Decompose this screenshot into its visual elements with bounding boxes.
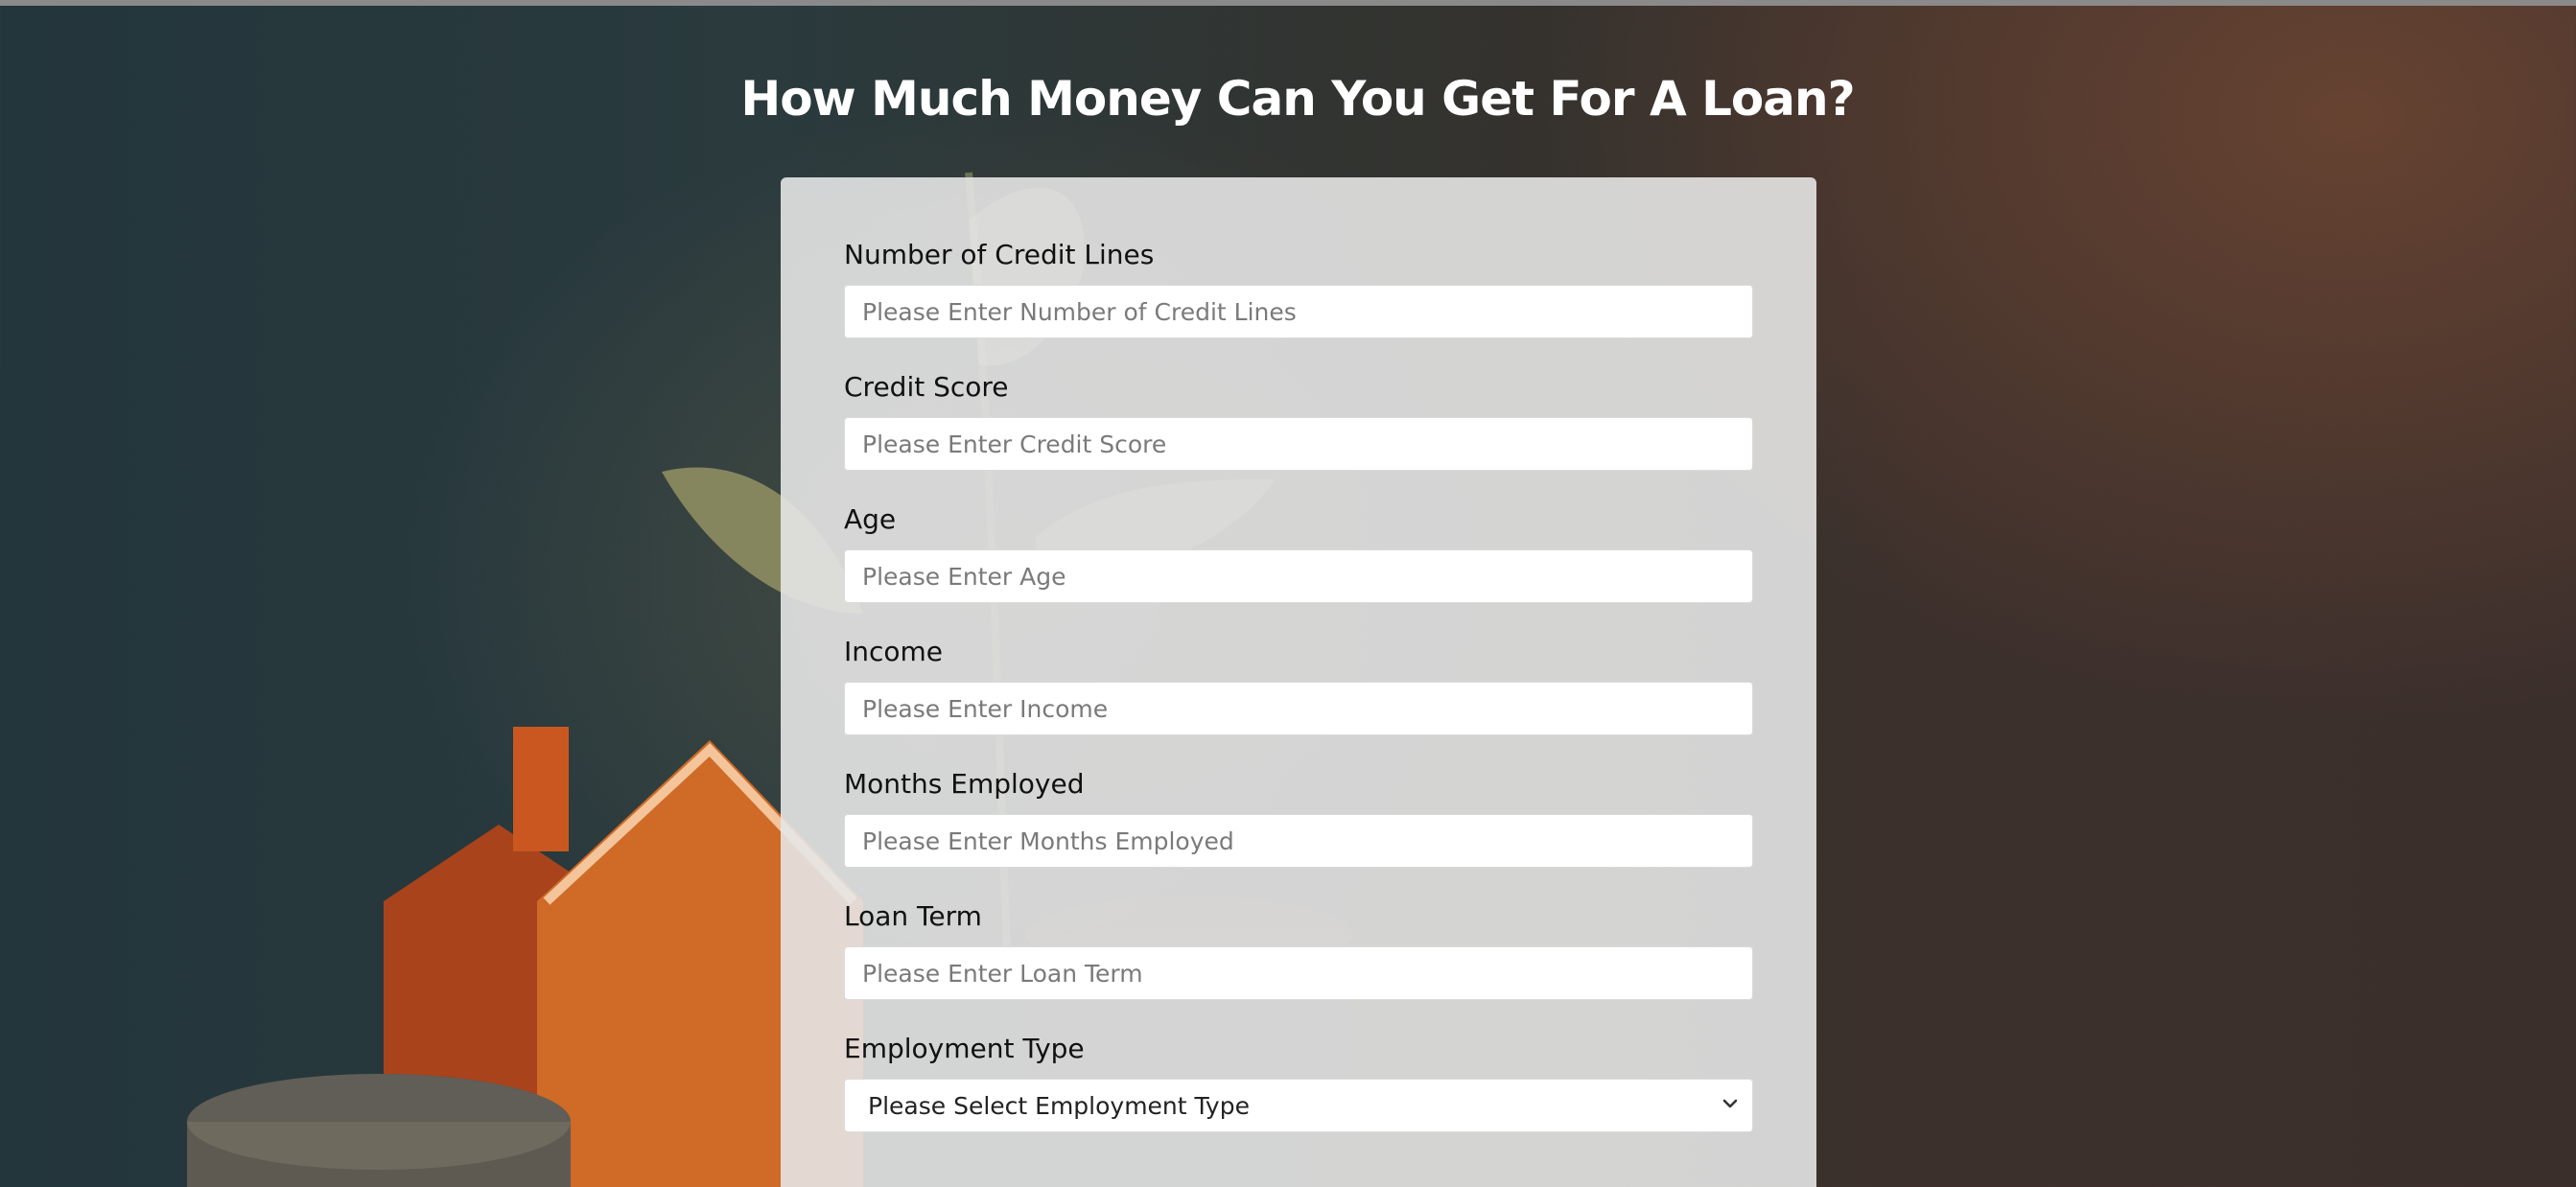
loan-term-label: Loan Term bbox=[844, 900, 982, 932]
months-employed-label: Months Employed bbox=[844, 768, 1085, 800]
credit-lines-input[interactable] bbox=[844, 285, 1753, 338]
credit-score-input[interactable] bbox=[844, 417, 1753, 471]
chevron-down-icon bbox=[1722, 1099, 1738, 1108]
months-employed-field: Months Employed bbox=[844, 766, 1753, 868]
age-label: Age bbox=[844, 503, 897, 535]
age-field: Age bbox=[844, 501, 1753, 603]
employment-type-selected: Please Select Employment Type bbox=[868, 1091, 1250, 1120]
loan-term-input[interactable] bbox=[844, 946, 1753, 1000]
employment-type-select[interactable]: Please Select Employment Type bbox=[844, 1079, 1753, 1132]
employment-type-field: Employment Type Please Select Employment… bbox=[844, 1031, 1753, 1132]
income-field: Income bbox=[844, 634, 1753, 735]
credit-lines-field: Number of Credit Lines bbox=[844, 237, 1753, 338]
page-title: How Much Money Can You Get For A Loan? bbox=[740, 71, 1855, 127]
credit-score-field: Credit Score bbox=[844, 369, 1753, 471]
income-label: Income bbox=[844, 636, 944, 667]
loan-term-field: Loan Term bbox=[844, 898, 1753, 1000]
income-input[interactable] bbox=[844, 682, 1753, 735]
months-employed-input[interactable] bbox=[844, 814, 1753, 868]
age-input[interactable] bbox=[844, 549, 1753, 603]
employment-type-label: Employment Type bbox=[844, 1033, 1085, 1064]
credit-score-label: Credit Score bbox=[844, 371, 1009, 403]
loan-form-card: Number of Credit Lines Credit Score Age … bbox=[781, 177, 1816, 1187]
credit-lines-label: Number of Credit Lines bbox=[844, 239, 1155, 270]
